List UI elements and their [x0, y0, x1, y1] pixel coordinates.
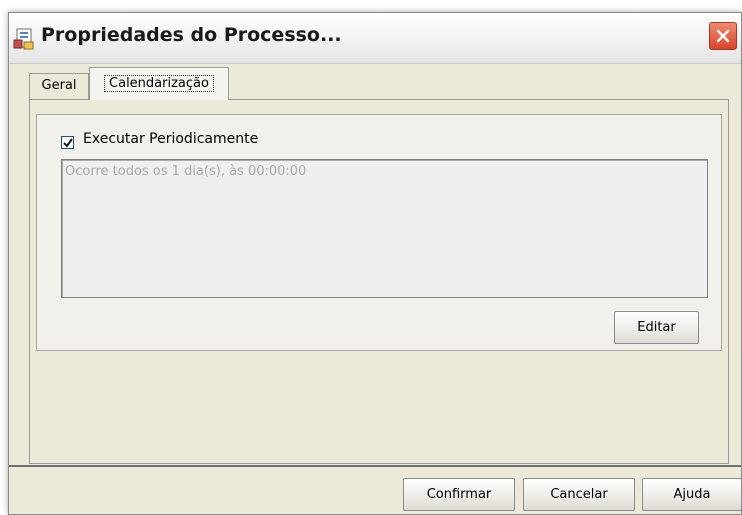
confirm-button[interactable]: Confirmar	[403, 478, 515, 511]
process-icon	[13, 28, 35, 50]
help-button[interactable]: Ajuda	[642, 478, 742, 511]
tab-geral[interactable]: Geral	[29, 73, 89, 99]
periodic-checkbox[interactable]	[61, 136, 74, 149]
title-bar[interactable]: Propriedades do Processo...	[9, 13, 741, 64]
schedule-description-box: Ocorre todos os 1 dia(s), às 00:00:00	[61, 159, 708, 298]
schedule-description: Ocorre todos os 1 dia(s), às 00:00:00	[65, 164, 307, 179]
tab-calendarizacao-label: Calendarização	[104, 75, 214, 92]
tab-calendarizacao[interactable]: Calendarização	[89, 67, 229, 100]
dialog-window: Propriedades do Processo... Geral Calend…	[8, 12, 742, 515]
checkmark-icon	[63, 138, 73, 148]
footer-divider	[9, 465, 741, 467]
close-button[interactable]	[709, 22, 737, 50]
edit-button[interactable]: Editar	[614, 311, 699, 344]
schedule-group: Executar Periodicamente Ocorre todos os …	[36, 114, 722, 351]
close-icon	[716, 29, 730, 43]
tab-geral-label: Geral	[41, 78, 77, 93]
window-title: Propriedades do Processo...	[41, 24, 342, 46]
cancel-button[interactable]: Cancelar	[523, 478, 635, 511]
tab-panel: Executar Periodicamente Ocorre todos os …	[29, 99, 729, 464]
periodic-checkbox-label[interactable]: Executar Periodicamente	[83, 131, 258, 147]
